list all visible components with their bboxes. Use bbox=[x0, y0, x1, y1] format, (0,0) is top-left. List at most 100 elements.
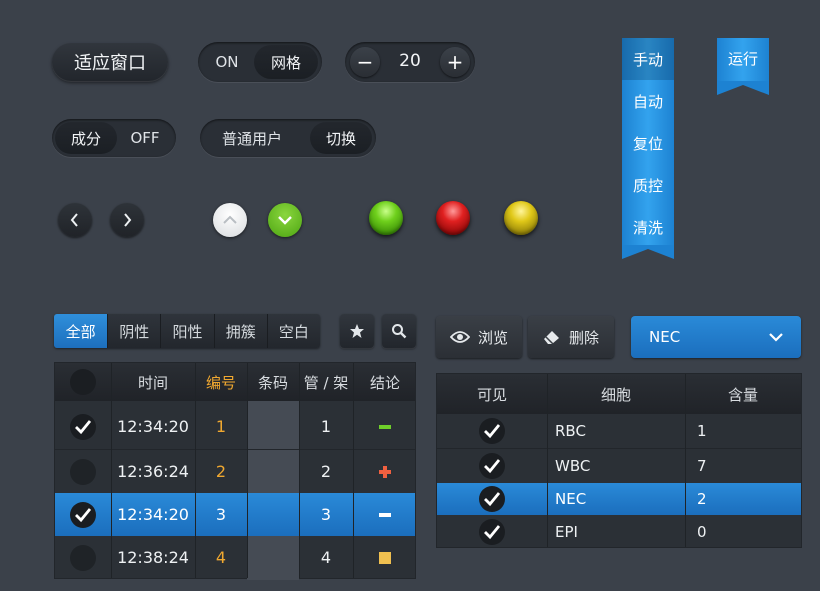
stepper-value[interactable]: 20 bbox=[385, 51, 435, 71]
tab-cluster[interactable]: 拥簇 bbox=[214, 314, 268, 348]
result-positive-icon bbox=[353, 450, 417, 493]
row-id: 1 bbox=[215, 417, 227, 436]
visible-toggle[interactable] bbox=[437, 449, 547, 483]
tab-positive[interactable]: 阳性 bbox=[161, 314, 215, 348]
tab-negative[interactable]: 阴性 bbox=[108, 314, 162, 348]
tab-all[interactable]: 全部 bbox=[54, 314, 109, 348]
col-amount[interactable]: 含量 bbox=[685, 374, 801, 414]
plus-icon: + bbox=[446, 50, 464, 74]
eye-icon bbox=[449, 331, 470, 343]
sample-table: 时间 编号 条码 管 / 架 结论 12:34:20 1 1 12:36:24 … bbox=[54, 362, 417, 580]
row-checkbox[interactable] bbox=[55, 536, 111, 579]
cell-name: EPI bbox=[555, 522, 578, 541]
cell-name: WBC bbox=[555, 457, 591, 475]
col-barcode[interactable]: 条码 bbox=[247, 363, 299, 401]
ribbon-item-qc[interactable]: 质控 bbox=[622, 164, 674, 206]
component-toggle-off[interactable]: OFF bbox=[117, 122, 173, 154]
result-unknown-icon bbox=[353, 536, 417, 579]
search-icon bbox=[392, 324, 407, 339]
delete-label: 删除 bbox=[568, 328, 599, 347]
search-button[interactable] bbox=[382, 314, 416, 348]
yellow-status-light bbox=[504, 201, 538, 235]
chevron-left-icon bbox=[70, 213, 78, 227]
row-checkbox[interactable] bbox=[55, 450, 111, 493]
plus-button[interactable]: + bbox=[440, 47, 470, 77]
grid-toggle-grid[interactable]: 网格 bbox=[254, 45, 318, 79]
check-icon bbox=[484, 424, 501, 439]
cell-type-dropdown[interactable]: NEC bbox=[631, 316, 801, 358]
user-toggle-switch[interactable]: 切换 bbox=[310, 122, 372, 154]
cell-amount: 0 bbox=[697, 522, 707, 541]
visible-toggle[interactable] bbox=[437, 515, 547, 548]
chevron-right-icon bbox=[124, 213, 132, 227]
check-icon bbox=[75, 507, 92, 522]
col-id[interactable]: 编号 bbox=[195, 363, 247, 401]
visible-toggle[interactable] bbox=[437, 414, 547, 448]
col-time[interactable]: 时间 bbox=[111, 363, 195, 401]
cell-amount: 7 bbox=[697, 457, 707, 475]
check-icon bbox=[484, 459, 501, 474]
row-time: 12:36:24 bbox=[117, 462, 189, 481]
row-id: 2 bbox=[215, 462, 227, 481]
green-status-light bbox=[369, 201, 403, 235]
grid-toggle-on[interactable]: ON bbox=[200, 45, 254, 79]
row-id: 3 bbox=[215, 505, 227, 524]
next-button[interactable] bbox=[110, 203, 144, 237]
component-toggle-left-label: 成分 bbox=[70, 129, 101, 148]
run-ribbon-button[interactable]: 运行 bbox=[717, 38, 769, 98]
minus-button[interactable]: − bbox=[350, 47, 380, 77]
row-id: 4 bbox=[215, 548, 227, 567]
user-toggle-switch-label: 切换 bbox=[325, 129, 356, 148]
prev-button[interactable] bbox=[58, 203, 92, 237]
row-checkbox[interactable] bbox=[55, 493, 111, 536]
delete-button[interactable]: 删除 bbox=[528, 316, 614, 358]
ribbon-item-auto[interactable]: 自动 bbox=[622, 80, 674, 122]
component-toggle[interactable]: 成分 OFF bbox=[52, 119, 176, 157]
fit-window-label: 适应窗口 bbox=[74, 53, 146, 74]
favorite-button[interactable] bbox=[340, 314, 374, 348]
row-tube: 4 bbox=[320, 548, 332, 567]
chevron-down-icon bbox=[278, 216, 292, 225]
user-toggle[interactable]: 普通用户 切换 bbox=[200, 119, 376, 157]
col-cell[interactable]: 细胞 bbox=[547, 374, 685, 414]
col-result[interactable]: 结论 bbox=[353, 363, 417, 401]
cell-table: 可见 细胞 含量 RBC 1 WBC 7 NEC 2 EPI 0 bbox=[436, 373, 802, 548]
run-label: 运行 bbox=[727, 49, 758, 68]
cell-amount: 2 bbox=[697, 490, 707, 508]
browse-button[interactable]: 浏览 bbox=[436, 316, 522, 358]
chevron-down-icon bbox=[769, 333, 783, 342]
check-icon bbox=[484, 492, 501, 507]
row-time: 12:34:20 bbox=[117, 417, 189, 436]
user-toggle-normal[interactable]: 普通用户 bbox=[202, 122, 302, 154]
browse-label: 浏览 bbox=[477, 328, 508, 347]
col-visible[interactable]: 可见 bbox=[437, 374, 547, 414]
eraser-icon bbox=[543, 331, 559, 345]
row-tube: 3 bbox=[320, 505, 332, 524]
minus-icon: − bbox=[356, 50, 374, 74]
col-tube-rack[interactable]: 管 / 架 bbox=[299, 363, 353, 401]
ribbon-item-clean[interactable]: 清洗 bbox=[622, 206, 674, 248]
quantity-stepper: − 20 + bbox=[345, 42, 475, 82]
grid-toggle-grid-label: 网格 bbox=[270, 53, 301, 72]
fit-window-button[interactable]: 适应窗口 bbox=[52, 43, 168, 81]
result-negative-icon bbox=[353, 493, 417, 536]
tab-blank[interactable]: 空白 bbox=[267, 314, 320, 348]
red-status-light bbox=[436, 201, 470, 235]
component-toggle-left[interactable]: 成分 bbox=[55, 122, 117, 154]
ribbon-item-manual[interactable]: 手动 bbox=[622, 38, 674, 80]
select-all-checkbox[interactable] bbox=[55, 363, 111, 401]
row-tube: 1 bbox=[320, 417, 332, 436]
visible-toggle[interactable] bbox=[437, 483, 547, 515]
collapse-button[interactable] bbox=[213, 203, 247, 237]
cell-amount: 1 bbox=[697, 422, 707, 440]
expand-button[interactable] bbox=[268, 203, 302, 237]
component-toggle-off-label: OFF bbox=[130, 129, 160, 147]
ribbon-item-reset[interactable]: 复位 bbox=[622, 122, 674, 164]
grid-toggle[interactable]: ON 网格 bbox=[198, 42, 322, 82]
row-time: 12:34:20 bbox=[117, 505, 189, 524]
row-tube: 2 bbox=[320, 462, 332, 481]
row-time: 12:38:24 bbox=[117, 548, 189, 567]
row-checkbox[interactable] bbox=[55, 405, 111, 448]
dropdown-value: NEC bbox=[649, 328, 681, 346]
cell-name: NEC bbox=[555, 490, 587, 508]
